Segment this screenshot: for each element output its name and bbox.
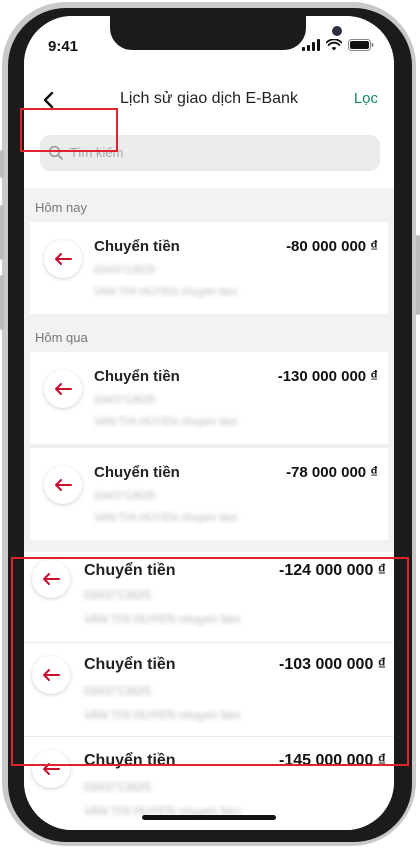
transaction-account: 0343713625 bbox=[84, 780, 151, 794]
transaction-account: 0343713625 bbox=[94, 394, 156, 406]
transaction-amount: -80 000 000 ₫ bbox=[286, 238, 378, 255]
outgoing-transfer-icon bbox=[44, 240, 82, 278]
phone-volume-up-button bbox=[0, 205, 4, 260]
transaction-amount: -130 000 000 ₫ bbox=[277, 368, 378, 385]
transaction-account: 0343713625 bbox=[94, 490, 156, 502]
status-bar: 9:41 bbox=[24, 16, 394, 74]
signal-icon bbox=[302, 39, 320, 51]
divider bbox=[30, 446, 388, 447]
battery-icon bbox=[348, 39, 374, 51]
notch bbox=[110, 16, 342, 50]
transaction-description: VAN THI HUYEN chuyen tien bbox=[94, 416, 238, 428]
outgoing-transfer-icon bbox=[44, 370, 82, 408]
highlight-box-top bbox=[20, 108, 118, 152]
transaction-card[interactable]: Chuyển tiền -78 000 000 ₫ 0343713625 VAN… bbox=[30, 448, 388, 540]
phone-side-button bbox=[0, 150, 4, 178]
section-label-today: Hôm nay bbox=[35, 200, 88, 215]
outgoing-transfer-icon bbox=[44, 466, 82, 504]
phone-power-button bbox=[416, 235, 420, 315]
status-icons bbox=[302, 39, 374, 51]
highlight-box-transactions bbox=[11, 557, 409, 766]
camera-icon bbox=[332, 26, 342, 36]
phone-volume-down-button bbox=[0, 275, 4, 330]
section-label-yesterday: Hôm qua bbox=[35, 330, 88, 345]
transaction-amount: -78 000 000 ₫ bbox=[286, 464, 378, 481]
transaction-title: Chuyển tiền bbox=[94, 368, 180, 385]
transaction-description: VAN THI HUYEN chuyen tien bbox=[94, 286, 238, 298]
wifi-icon bbox=[326, 39, 342, 51]
home-indicator bbox=[142, 815, 276, 820]
status-time: 9:41 bbox=[48, 38, 79, 55]
transaction-account: 0343713625 bbox=[94, 264, 156, 276]
transaction-card[interactable]: Chuyển tiền -130 000 000 ₫ 0343713625 VA… bbox=[30, 352, 388, 444]
page-title: Lịch sử giao dịch E-Bank bbox=[120, 90, 298, 107]
transaction-description: VAN THI HUYEN chuyen tien bbox=[94, 512, 238, 524]
transaction-card[interactable]: Chuyển tiền -80 000 000 ₫ 0343713625 VAN… bbox=[30, 222, 388, 314]
filter-button[interactable]: Lọc bbox=[354, 90, 378, 107]
transaction-title: Chuyển tiền bbox=[94, 238, 180, 255]
transaction-title: Chuyển tiền bbox=[94, 464, 180, 481]
